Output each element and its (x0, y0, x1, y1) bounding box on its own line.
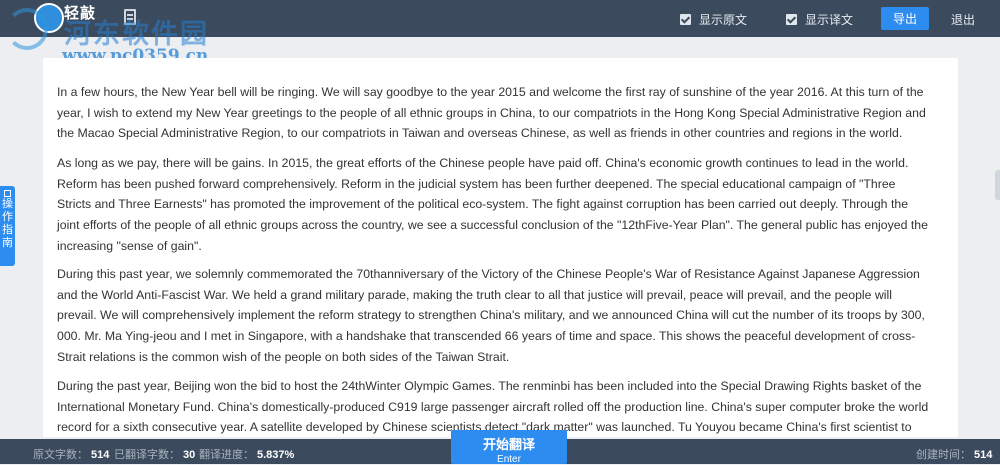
paragraph: During this past year, we solemnly comme… (57, 267, 925, 364)
paragraph: As long as we pay, there will be gains. … (57, 156, 928, 253)
source-char-count: 原文字数： 514 (33, 446, 109, 462)
translated-char-count: 已翻译字数： 30 (114, 446, 195, 462)
translation-progress-value: 5.837% (257, 449, 295, 461)
show-original-checkbox[interactable]: 显示原文 (680, 11, 747, 28)
created-time-value: 514 (974, 449, 993, 461)
watermark-logo-icon (6, 8, 48, 50)
operation-guide-label: 操作指南 (2, 198, 13, 249)
created-time-label: 创建时间： (916, 449, 971, 461)
operation-guide-tab[interactable]: 操作指南 (0, 186, 15, 266)
show-translation-checkbox[interactable]: 显示译文 (786, 11, 853, 28)
paragraph: During the past year, Beijing won the bi… (57, 379, 929, 435)
paragraph: In a few hours, the New Year bell will b… (57, 85, 926, 141)
book-icon (4, 190, 11, 197)
created-time: 创建时间： 514 (916, 446, 992, 462)
document-content[interactable]: In a few hours, the New Year bell will b… (43, 58, 958, 437)
translation-progress: 翻译进度： 5.837% (199, 446, 294, 462)
translation-progress-label: 翻译进度： (199, 449, 254, 461)
show-original-label: 显示原文 (699, 13, 748, 27)
checkbox-checked-icon[interactable] (680, 14, 691, 25)
translated-char-count-value: 30 (183, 449, 196, 461)
checkbox-checked-icon[interactable] (786, 14, 797, 25)
start-translate-label: 开始翻译 (482, 437, 535, 452)
show-translation-label: 显示译文 (805, 13, 854, 27)
right-panel-handle[interactable] (995, 170, 1000, 200)
exit-button[interactable]: 退出 (951, 11, 975, 28)
start-translate-shortcut: Enter (497, 454, 521, 465)
source-char-count-value: 514 (91, 449, 110, 461)
source-char-count-label: 原文字数： (33, 449, 88, 461)
export-button[interactable]: 导出 (881, 7, 929, 30)
start-translate-button[interactable]: 开始翻译 Enter (451, 430, 567, 465)
translated-char-count-label: 已翻译字数： (114, 449, 180, 461)
